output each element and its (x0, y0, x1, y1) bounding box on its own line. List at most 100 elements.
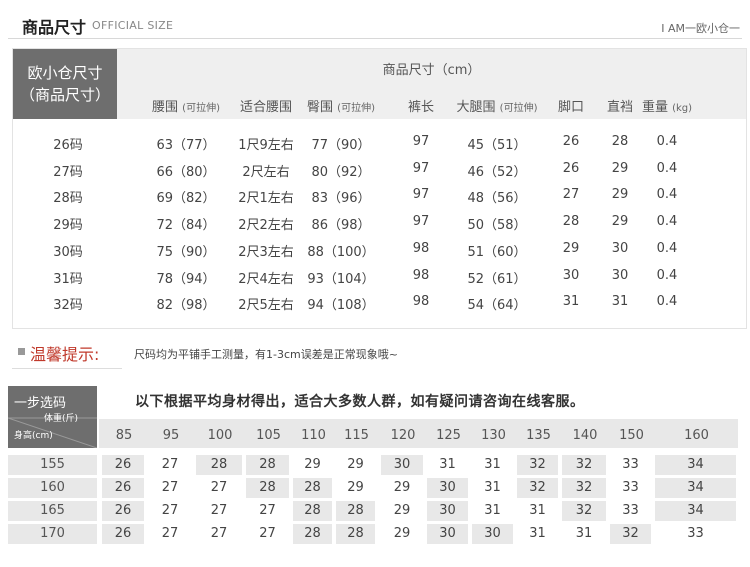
size-table-cell: 50（58） (467, 218, 527, 233)
height-row-label: 170 (8, 524, 97, 544)
size-table-cell: 86（98） (311, 218, 371, 233)
size-table-cell: 26 (562, 134, 580, 149)
column-note: (可拉伸) (337, 103, 375, 114)
size-table-cell: 72（84） (156, 218, 216, 233)
size-table-cell: 48（56） (467, 191, 527, 206)
recommend-cell: 32 (562, 501, 606, 521)
recommend-cell: 28 (293, 524, 332, 544)
size-column-header: 脚口 (558, 96, 584, 115)
size-table-cell: 0.4 (656, 187, 678, 202)
recommend-cell: 32 (517, 455, 558, 475)
recommend-cell: 33 (622, 480, 639, 495)
size-table-cell: 93（104） (307, 272, 375, 287)
size-table-cell: 29 (611, 187, 629, 202)
column-note: (可拉伸) (182, 103, 220, 114)
size-row-label: 28码 (53, 191, 83, 206)
recommend-cell: 26 (102, 501, 144, 521)
recommend-cell: 31 (439, 457, 456, 472)
size-table-cell: 26 (562, 161, 580, 176)
size-table-cell: 97 (412, 161, 430, 176)
size-table-cell: 94（108） (307, 298, 375, 313)
size-column-header: 裤长 (408, 96, 434, 115)
recommend-cell: 32 (610, 524, 651, 544)
size-table-title: 商品尺寸（cm） (382, 63, 481, 78)
recommend-cell: 30 (472, 524, 513, 544)
size-table-cell: 28 (611, 134, 629, 149)
column-label: 裤长 (407, 100, 435, 115)
recommend-cell: 34 (655, 455, 736, 475)
brand-tagline: I AM一欧小仓一 (661, 22, 740, 35)
size-table-cell: 98 (412, 294, 430, 309)
size-table-cell: 0.4 (656, 294, 678, 309)
column-label: 大腿围 (456, 100, 496, 115)
page-subtitle: OFFICIAL SIZE (92, 19, 174, 32)
size-table-cell: 27 (562, 187, 580, 202)
size-table-cell: 97 (412, 134, 430, 149)
column-label: 腰围 (152, 100, 179, 115)
size-column-header: 臀围 (可拉伸) (307, 96, 375, 115)
size-row-label: 29码 (53, 218, 83, 233)
size-table-cell: 28 (562, 214, 580, 229)
size-table-cell: 2尺左右 (242, 165, 290, 180)
size-table-cell: 2尺4左右 (238, 272, 294, 287)
size-table-cell: 0.4 (656, 268, 678, 283)
size-table-cell: 2尺2左右 (238, 218, 294, 233)
recommend-cell: 26 (102, 524, 144, 544)
size-table-cell: 63（77） (156, 138, 216, 153)
recommend-cell: 31 (529, 526, 546, 541)
recommend-cell: 29 (347, 457, 364, 472)
weight-header: 85 (115, 428, 133, 443)
recommend-cell: 30 (427, 524, 468, 544)
bullet-icon (18, 348, 25, 355)
recommend-cell: 26 (102, 455, 144, 475)
size-table-cell: 97 (412, 214, 430, 229)
recommend-cell: 27 (210, 526, 228, 541)
size-table-cell: 1尺9左右 (238, 138, 294, 153)
recommend-cell: 29 (393, 526, 411, 541)
recommend-cell: 29 (393, 503, 411, 518)
weight-header: 135 (526, 428, 551, 443)
weight-axis-label: 体重(斤) (44, 414, 79, 424)
weight-header: 110 (301, 428, 326, 443)
recommend-cell: 28 (336, 501, 375, 521)
size-column-header: 腰围 (可拉伸) (152, 96, 220, 115)
column-label: 直裆 (606, 100, 634, 115)
size-table-cell: 2尺5左右 (238, 298, 294, 313)
recommend-cell: 31 (484, 480, 501, 495)
height-row-label: 165 (8, 501, 97, 521)
recommend-note: 以下根据平均身材得出，适合大多数人群，如有疑问请咨询在线客服。 (135, 394, 585, 410)
recommend-cell: 28 (246, 478, 289, 498)
recommend-cell: 30 (381, 455, 423, 475)
weight-header: 140 (572, 428, 598, 443)
recommend-cell: 33 (622, 457, 639, 472)
size-table-cell: 2尺3左右 (238, 245, 294, 260)
recommend-cell: 28 (246, 455, 289, 475)
height-axis-label: 身高(cm) (14, 431, 53, 441)
recommend-cell: 34 (655, 478, 736, 498)
recommend-cell: 27 (210, 503, 228, 518)
weight-header: 150 (619, 428, 644, 443)
page-title: 商品尺寸 (22, 18, 87, 37)
size-table-cell: 88（100） (307, 245, 375, 260)
recommend-cell: 31 (575, 526, 593, 541)
recommend-cell: 28 (336, 524, 375, 544)
recommend-cell: 30 (427, 478, 468, 498)
size-table-cell: 31 (611, 294, 629, 309)
recommend-cell: 31 (484, 457, 501, 472)
size-table-cell: 29 (611, 161, 629, 176)
size-table-cell: 0.4 (656, 161, 678, 176)
size-table-cell: 69（82） (156, 191, 216, 206)
size-table-cell: 66（80） (156, 165, 216, 180)
recommend-cell: 29 (304, 457, 321, 472)
size-table-cell: 75（90） (156, 245, 216, 260)
size-table-cell: 98 (412, 268, 430, 283)
size-row-label: 26码 (53, 138, 83, 153)
column-label: 重量 (641, 100, 668, 115)
column-label: 臀围 (307, 100, 334, 115)
size-table-cell: 30 (611, 268, 629, 283)
column-label: 脚口 (557, 100, 585, 115)
weight-header: 105 (256, 428, 281, 443)
size-table-cell: 30 (611, 241, 629, 256)
size-table-cell: 30 (562, 268, 580, 283)
weight-header: 120 (390, 428, 416, 443)
